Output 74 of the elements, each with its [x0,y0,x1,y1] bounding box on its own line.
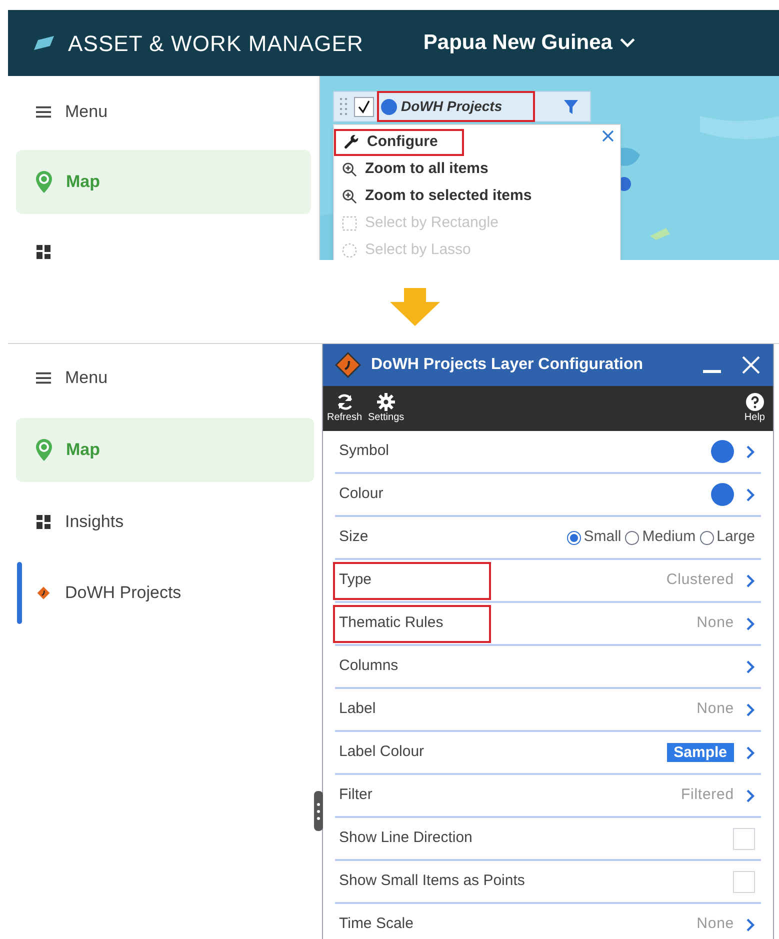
zoom-in-icon [342,189,357,204]
setting-value: None [696,613,734,634]
sidebar-item[interactable]: Menu [16,356,314,400]
setting-label: Columns [338,656,398,676]
app-title: ASSET & WORK MANAGER [68,30,364,58]
layer-diamond-icon [335,352,361,378]
menu-icon [36,371,51,385]
dropdown-option[interactable]: Zoom to selected items [334,183,556,210]
dashboard-icon [36,245,51,259]
chevron-right-icon[interactable] [746,702,755,716]
chevron-right-icon[interactable] [746,660,755,674]
setting-label: Label Colour [338,742,424,762]
zoom-in-icon [342,162,357,177]
setting-label: Type [333,562,491,600]
down-arrow-icon [390,288,440,326]
dropdown-option[interactable]: Configure [334,129,464,156]
check-icon [357,100,371,114]
help-icon [746,393,764,411]
chevron-right-icon[interactable] [746,616,755,630]
dashed-square-icon [342,216,357,231]
chevron-right-icon[interactable] [746,444,755,458]
setting-label: Show Line Direction [338,828,472,848]
radio-option[interactable]: Medium [625,526,696,549]
setting-value: Filtered [680,785,734,806]
toolbar-button[interactable]: Help [744,393,765,424]
sidebar-item[interactable]: DoWH Projects [16,562,314,624]
wrench-icon [344,135,359,150]
chevron-right-icon[interactable] [746,788,755,802]
setting-label: Symbol [338,441,390,462]
sidebar-item[interactable]: Menu [16,90,311,134]
logo-icon [34,36,54,50]
setting-label: Time Scale [338,914,414,934]
active-panel-indicator [17,562,22,624]
colour-swatch[interactable] [711,440,734,463]
radio-option[interactable]: Small [566,526,622,549]
dashboard-icon [36,515,51,529]
layer-diamond-icon [36,586,51,600]
menu-icon [36,105,51,119]
chevron-right-icon[interactable] [746,746,755,760]
chevron-down-icon [620,38,636,48]
setting-label: Colour [338,484,384,504]
checkbox[interactable] [733,870,755,892]
setting-label: Show Small Items as Points [338,871,525,892]
setting-label: Filter [338,785,372,806]
dropdown-option[interactable]: Zoom to all items [334,156,512,183]
map-pin-icon [36,171,52,193]
chevron-right-icon[interactable] [746,574,755,588]
layer-name[interactable]: DoWH Projects [377,91,535,122]
setting-label: Size [338,527,368,548]
sidebar-item[interactable]: Insights [16,500,314,544]
toolbar-button[interactable]: Settings [368,393,404,424]
chevron-right-icon[interactable] [746,918,755,932]
dashed-circle-icon [342,243,357,258]
toolbar-button[interactable]: Refresh [327,393,362,424]
setting-label: Label [338,699,376,720]
label-colour-sample[interactable]: Sample [666,743,734,762]
filter-icon[interactable] [564,100,578,114]
layer-checkbox[interactable] [354,96,374,116]
checkbox[interactable] [733,828,755,850]
panel-title: DoWH Projects Layer Configuration [371,355,644,375]
setting-value: None [696,914,734,934]
gear-icon [377,393,396,411]
colour-swatch[interactable] [711,483,734,506]
setting-value: Clustered [666,570,734,590]
refresh-icon [336,393,354,411]
radio-option[interactable]: Large [700,526,755,549]
chevron-right-icon[interactable] [746,488,755,502]
panel-resize-handle[interactable] [314,791,323,831]
region-dropdown[interactable]: Papua New Guinea [423,27,636,59]
drag-handle-icon[interactable] [340,98,348,116]
setting-label: Thematic Rules [333,604,491,642]
setting-value: None [696,699,734,720]
close-icon[interactable] [602,130,614,142]
map-pin-icon [36,439,52,461]
